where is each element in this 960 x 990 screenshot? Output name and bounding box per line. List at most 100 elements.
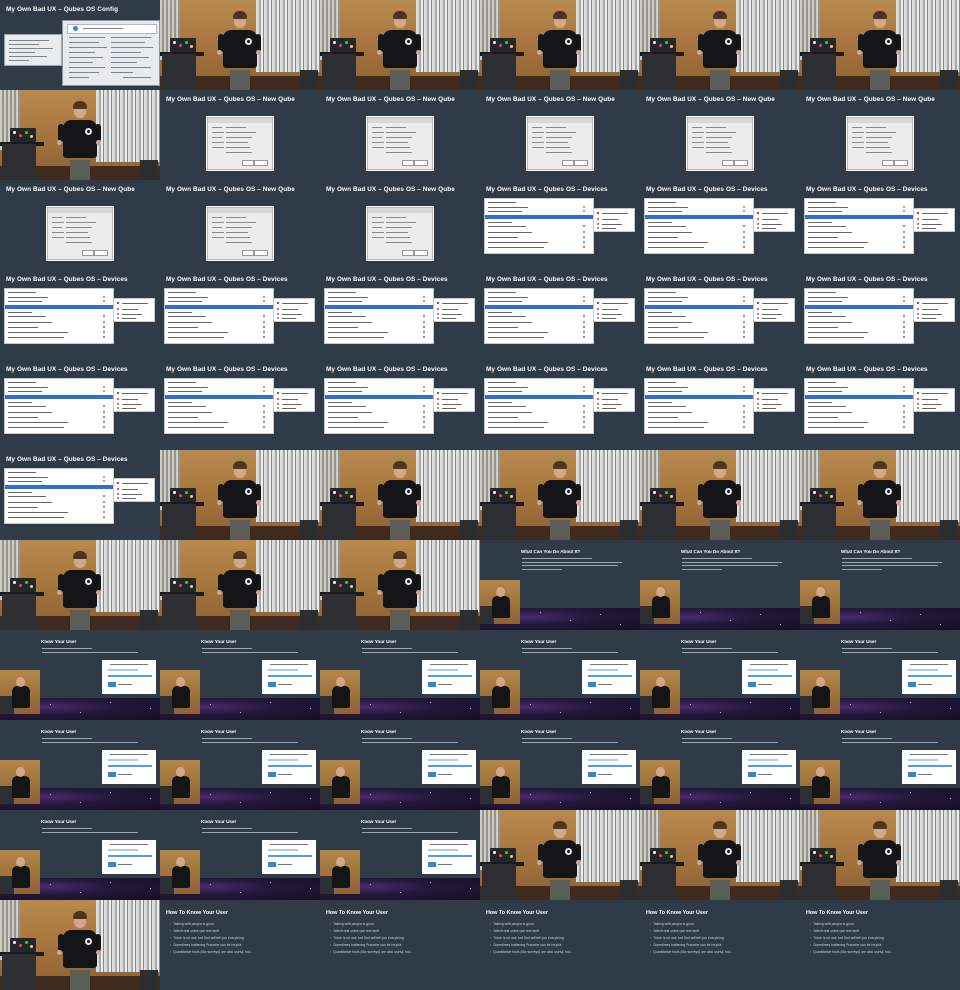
- new-qube-dialog: [47, 207, 113, 260]
- speaker-video-frame-4[interactable]: [480, 0, 640, 90]
- slide-know-your-user-thumbnail-57[interactable]: Know Your User: [320, 810, 480, 900]
- bullet: Watch real users use real stuff: [650, 929, 699, 933]
- bullet: Talking with people is good: [810, 922, 854, 926]
- slide-title: What Can You Do About It?: [841, 549, 901, 554]
- speaker-camera-inset: [640, 580, 680, 624]
- slide-know-your-user-thumbnail-50[interactable]: Know Your User: [160, 720, 320, 810]
- slide-know-your-user-thumbnail-46[interactable]: Know Your User: [480, 630, 640, 720]
- slide-know-your-user-thumbnail-45[interactable]: Know Your User: [320, 630, 480, 720]
- devices-list-panel: [804, 198, 914, 254]
- speaker-video-frame-60[interactable]: [800, 810, 960, 900]
- survey-screenshot: [102, 840, 156, 874]
- slide-how-to-know-thumbnail-64[interactable]: How To Know Your User Talking with peopl…: [480, 900, 640, 990]
- slide-devices-thumbnail-18[interactable]: My Own Bad UX – Qubes OS – Devices: [800, 180, 960, 270]
- slide-new-qube-thumbnail-14[interactable]: My Own Bad UX – Qubes OS – New Qube: [160, 180, 320, 270]
- speaker-video-frame-39[interactable]: [320, 540, 480, 630]
- speaker-camera-inset: [480, 670, 520, 714]
- speaker-video-frame-3[interactable]: [320, 0, 480, 90]
- slide-new-qube-thumbnail-13[interactable]: My Own Bad UX – Qubes OS – New Qube: [0, 180, 160, 270]
- devices-popup: [913, 298, 955, 322]
- slide-title: How To Know Your User: [806, 910, 868, 916]
- slide-devices-thumbnail-25[interactable]: My Own Bad UX – Qubes OS – Devices: [0, 360, 160, 450]
- laptop: [330, 488, 356, 502]
- speaker-video-frame-6[interactable]: [800, 0, 960, 90]
- slide-new-qube-thumbnail-8[interactable]: My Own Bad UX – Qubes OS – New Qube: [160, 90, 320, 180]
- slide-how-to-know-thumbnail-62[interactable]: How To Know Your User Talking with peopl…: [160, 900, 320, 990]
- slide-what-can-you-do-thumbnail-41[interactable]: What Can You Do About It?: [640, 540, 800, 630]
- slide-devices-thumbnail-26[interactable]: My Own Bad UX – Qubes OS – Devices: [160, 360, 320, 450]
- devices-popup: [753, 388, 795, 412]
- speaker-video-frame-33[interactable]: [320, 450, 480, 540]
- devices-popup: [113, 478, 155, 502]
- devices-popup: [593, 208, 635, 232]
- speaker-video-frame-5[interactable]: [640, 0, 800, 90]
- devices-list-panel: [804, 378, 914, 434]
- slide-devices-thumbnail-22[interactable]: My Own Bad UX – Qubes OS – Devices: [480, 270, 640, 360]
- slide-devices-thumbnail-30[interactable]: My Own Bad UX – Qubes OS – Devices: [800, 360, 960, 450]
- slide-devices-thumbnail-19[interactable]: My Own Bad UX – Qubes OS – Devices: [0, 270, 160, 360]
- speaker-video-frame-59[interactable]: [640, 810, 800, 900]
- slide-config-thumbnail-1[interactable]: My Own Bad UX – Qubes OS Config: [0, 0, 160, 90]
- speaker-video-frame-7[interactable]: [0, 90, 160, 180]
- slide-title: How To Know Your User: [486, 910, 548, 916]
- slide-new-qube-thumbnail-12[interactable]: My Own Bad UX – Qubes OS – New Qube: [800, 90, 960, 180]
- slide-new-qube-thumbnail-10[interactable]: My Own Bad UX – Qubes OS – New Qube: [480, 90, 640, 180]
- speaker-video-frame-35[interactable]: [640, 450, 800, 540]
- bullet: Watch real users use real stuff: [810, 929, 859, 933]
- slide-how-to-know-thumbnail-66[interactable]: How To Know Your User Talking with peopl…: [800, 900, 960, 990]
- speaker-camera-inset: [0, 850, 40, 894]
- slide-know-your-user-thumbnail-49[interactable]: Know Your User: [0, 720, 160, 810]
- slide-know-your-user-thumbnail-47[interactable]: Know Your User: [640, 630, 800, 720]
- survey-screenshot: [262, 660, 316, 694]
- slide-devices-thumbnail-20[interactable]: My Own Bad UX – Qubes OS – Devices: [160, 270, 320, 360]
- slide-title: My Own Bad UX – Qubes OS – Devices: [806, 366, 928, 373]
- slide-devices-thumbnail-27[interactable]: My Own Bad UX – Qubes OS – Devices: [320, 360, 480, 450]
- speaker-video-frame-37[interactable]: [0, 540, 160, 630]
- slide-devices-thumbnail-29[interactable]: My Own Bad UX – Qubes OS – Devices: [640, 360, 800, 450]
- speaker-video-frame-58[interactable]: [480, 810, 640, 900]
- speaker-video-frame-38[interactable]: [160, 540, 320, 630]
- laptop: [650, 38, 676, 52]
- slide-title: My Own Bad UX – Qubes OS – New Qube: [6, 186, 135, 193]
- slide-devices-thumbnail-16[interactable]: My Own Bad UX – Qubes OS – Devices: [480, 180, 640, 270]
- speaker-video-frame-2[interactable]: [160, 0, 320, 90]
- slide-what-can-you-do-thumbnail-40[interactable]: What Can You Do About It?: [480, 540, 640, 630]
- slide-title: Know Your User: [361, 639, 397, 644]
- slide-devices-thumbnail-24[interactable]: My Own Bad UX – Qubes OS – Devices: [800, 270, 960, 360]
- speaker-video-frame-32[interactable]: [160, 450, 320, 540]
- slide-devices-thumbnail-21[interactable]: My Own Bad UX – Qubes OS – Devices: [320, 270, 480, 360]
- speaker-video-frame-34[interactable]: [480, 450, 640, 540]
- slide-know-your-user-thumbnail-54[interactable]: Know Your User: [800, 720, 960, 810]
- slide-know-your-user-thumbnail-51[interactable]: Know Your User: [320, 720, 480, 810]
- slide-know-your-user-thumbnail-53[interactable]: Know Your User: [640, 720, 800, 810]
- slide-know-your-user-thumbnail-56[interactable]: Know Your User: [160, 810, 320, 900]
- devices-popup: [913, 208, 955, 232]
- slide-know-your-user-thumbnail-44[interactable]: Know Your User: [160, 630, 320, 720]
- slide-know-your-user-thumbnail-52[interactable]: Know Your User: [480, 720, 640, 810]
- slide-title: Know Your User: [681, 639, 717, 644]
- devices-popup: [273, 298, 315, 322]
- devices-list-panel: [644, 288, 754, 344]
- bullet: Quantitative tools (like surveys) are al…: [170, 950, 253, 954]
- slide-know-your-user-thumbnail-48[interactable]: Know Your User: [800, 630, 960, 720]
- slide-devices-thumbnail-28[interactable]: My Own Bad UX – Qubes OS – Devices: [480, 360, 640, 450]
- speaker-video-frame-36[interactable]: [800, 450, 960, 540]
- slide-devices-thumbnail-31[interactable]: My Own Bad UX – Qubes OS – Devices: [0, 450, 160, 540]
- slide-how-to-know-thumbnail-63[interactable]: How To Know Your User Talking with peopl…: [320, 900, 480, 990]
- slide-what-can-you-do-thumbnail-42[interactable]: What Can You Do About It?: [800, 540, 960, 630]
- laptop: [10, 938, 36, 952]
- bullet: There is no one tool that will tell you …: [490, 936, 564, 940]
- devices-list-panel: [164, 378, 274, 434]
- slide-how-to-know-thumbnail-65[interactable]: How To Know Your User Talking with peopl…: [640, 900, 800, 990]
- slide-title: My Own Bad UX – Qubes OS – Devices: [646, 186, 768, 193]
- slide-new-qube-thumbnail-9[interactable]: My Own Bad UX – Qubes OS – New Qube: [320, 90, 480, 180]
- slide-devices-thumbnail-23[interactable]: My Own Bad UX – Qubes OS – Devices: [640, 270, 800, 360]
- slide-know-your-user-thumbnail-55[interactable]: Know Your User: [0, 810, 160, 900]
- speaker-video-frame-61[interactable]: [0, 900, 160, 990]
- laptop: [490, 848, 516, 862]
- slide-know-your-user-thumbnail-43[interactable]: Know Your User: [0, 630, 160, 720]
- slide-devices-thumbnail-17[interactable]: My Own Bad UX – Qubes OS – Devices: [640, 180, 800, 270]
- slide-new-qube-thumbnail-11[interactable]: My Own Bad UX – Qubes OS – New Qube: [640, 90, 800, 180]
- devices-list-panel: [484, 288, 594, 344]
- slide-new-qube-thumbnail-15[interactable]: My Own Bad UX – Qubes OS – New Qube: [320, 180, 480, 270]
